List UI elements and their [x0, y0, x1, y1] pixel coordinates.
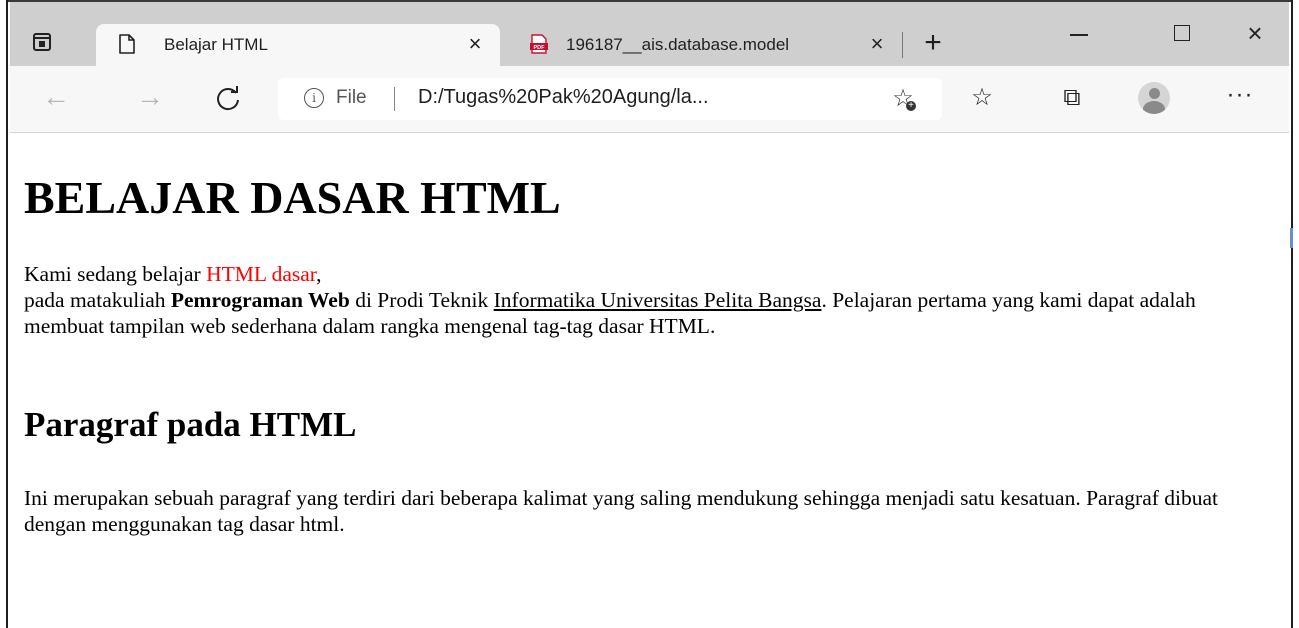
- tab-close-icon[interactable]: ×: [864, 31, 890, 57]
- address-bar[interactable]: i File D:/Tugas%20Pak%20Agung/la... ☆ +: [278, 78, 942, 120]
- minimize-button[interactable]: [1056, 16, 1102, 52]
- favorites-icon[interactable]: ☆: [966, 82, 998, 114]
- intro-text: di Prodi Teknik: [349, 288, 494, 312]
- intro-paragraph: Kami sedang belajar HTML dasar, pada mat…: [24, 261, 1279, 339]
- collections-icon[interactable]: ⧉: [1056, 82, 1088, 114]
- intro-text: ,: [316, 262, 322, 286]
- back-button[interactable]: ←: [38, 80, 74, 116]
- window-right-border: [1291, 0, 1299, 628]
- body-paragraph: Ini merupakan sebuah paragraf yang terdi…: [24, 486, 1219, 536]
- tab-close-icon[interactable]: ×: [462, 31, 488, 57]
- highlighted-text: HTML dasar: [206, 262, 317, 286]
- svg-text:PDF: PDF: [534, 45, 546, 51]
- tab-separator: [902, 32, 903, 58]
- window-left-border: [0, 0, 8, 628]
- page-title: BELAJAR DASAR HTML: [24, 172, 561, 223]
- tab-pdf-document[interactable]: PDF 196187__ais.database.model ×: [506, 24, 912, 66]
- reload-icon[interactable]: [210, 81, 246, 117]
- more-menu-icon[interactable]: ···: [1224, 82, 1256, 114]
- intro-text: Kami sedang belajar: [24, 262, 207, 286]
- browser-window: Belajar HTML × PDF 196187__ais.database.…: [10, 2, 1289, 628]
- page-icon: [119, 34, 135, 54]
- tab-title: Belajar HTML: [164, 35, 268, 54]
- pdf-icon: PDF: [530, 34, 548, 54]
- intro-text: pada matakuliah: [24, 288, 171, 312]
- add-favorite-icon[interactable]: ☆ +: [888, 84, 918, 114]
- forward-button[interactable]: →: [132, 80, 168, 116]
- bold-text: Pemrograman Web: [170, 288, 350, 312]
- address-separator: [394, 87, 395, 111]
- tab-title: 196187__ais.database.model: [566, 35, 790, 54]
- profile-avatar[interactable]: [1138, 82, 1170, 114]
- info-icon[interactable]: i: [304, 88, 324, 108]
- tab-actions-menu-icon[interactable]: [30, 30, 52, 52]
- browser-toolbar: ← → i File D:/Tugas%20Pak%20Agung/la... …: [10, 66, 1289, 133]
- scrollbar-indicator[interactable]: [1290, 228, 1293, 248]
- tab-belajar-html[interactable]: Belajar HTML ×: [96, 24, 500, 66]
- underlined-text: Informatika Universitas Pelita Bangsa: [493, 288, 822, 312]
- tab-strip: Belajar HTML × PDF 196187__ais.database.…: [10, 2, 1289, 66]
- section-heading: Paragraf pada HTML: [24, 405, 357, 444]
- close-window-button[interactable]: ×: [1232, 16, 1278, 52]
- address-scheme-label: File: [336, 87, 367, 108]
- new-tab-button[interactable]: +: [918, 28, 948, 58]
- url-text[interactable]: D:/Tugas%20Pak%20Agung/la...: [418, 86, 709, 109]
- maximize-button[interactable]: [1160, 16, 1206, 52]
